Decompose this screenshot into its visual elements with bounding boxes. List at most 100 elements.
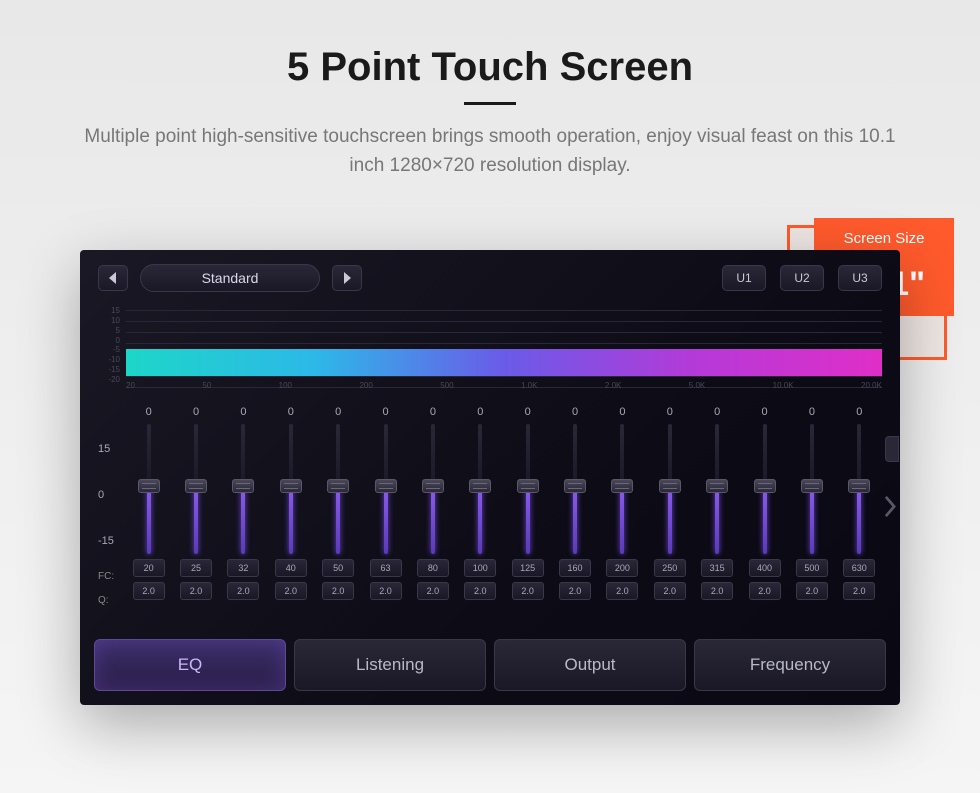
eq-slider[interactable]: [126, 424, 171, 554]
slider-knob[interactable]: [327, 479, 349, 493]
eq-slider[interactable]: [173, 424, 218, 554]
eq-slider[interactable]: [552, 424, 597, 554]
slider-knob[interactable]: [138, 479, 160, 493]
band-q[interactable]: 2.0: [133, 582, 165, 600]
eq-slider[interactable]: [647, 424, 692, 554]
slider-knob[interactable]: [280, 479, 302, 493]
eq-slider[interactable]: [695, 424, 740, 554]
band-q[interactable]: 2.0: [417, 582, 449, 600]
preset-name[interactable]: Standard: [140, 264, 320, 292]
eq-slider[interactable]: [505, 424, 550, 554]
tab-eq[interactable]: EQ: [94, 639, 286, 691]
band-q[interactable]: 2.0: [654, 582, 686, 600]
band-fc[interactable]: 315: [701, 559, 733, 577]
slider-knob[interactable]: [185, 479, 207, 493]
user-preset-2-button[interactable]: U2: [780, 265, 824, 291]
band-fc[interactable]: 400: [749, 559, 781, 577]
side-collapse-tab[interactable]: [885, 436, 899, 462]
band-fc[interactable]: 63: [370, 559, 402, 577]
x-tick: 500: [440, 381, 453, 390]
band-q[interactable]: 2.0: [275, 582, 307, 600]
band-value: 0: [288, 406, 294, 424]
band-q[interactable]: 2.0: [370, 582, 402, 600]
eq-slider[interactable]: [410, 424, 455, 554]
tab-output[interactable]: Output: [494, 639, 686, 691]
preset-prev-button[interactable]: [98, 265, 128, 291]
band-fc[interactable]: 25: [180, 559, 212, 577]
slider-knob[interactable]: [659, 479, 681, 493]
band-value: 0: [335, 406, 341, 424]
band-q[interactable]: 2.0: [180, 582, 212, 600]
band-value: 0: [193, 406, 199, 424]
band-q[interactable]: 2.0: [512, 582, 544, 600]
slider-knob[interactable]: [564, 479, 586, 493]
band-fc[interactable]: 100: [464, 559, 496, 577]
eq-slider[interactable]: [600, 424, 645, 554]
band-fc[interactable]: 160: [559, 559, 591, 577]
eq-band-3: 0 40 2.0: [268, 406, 313, 612]
band-fc[interactable]: 20: [133, 559, 165, 577]
band-q[interactable]: 2.0: [843, 582, 875, 600]
band-fc[interactable]: 200: [606, 559, 638, 577]
slider-knob[interactable]: [517, 479, 539, 493]
preset-next-button[interactable]: [332, 265, 362, 291]
eq-slider[interactable]: [316, 424, 361, 554]
band-fc[interactable]: 125: [512, 559, 544, 577]
slider-knob[interactable]: [469, 479, 491, 493]
slider-knob[interactable]: [706, 479, 728, 493]
slider-knob[interactable]: [232, 479, 254, 493]
eq-band-13: 04002.0: [742, 406, 787, 612]
y-tick: -15: [98, 365, 120, 374]
band-q[interactable]: 2.0: [606, 582, 638, 600]
band-q[interactable]: 2.0: [796, 582, 828, 600]
band-q[interactable]: 2.0: [464, 582, 496, 600]
eq-band-5: 0632.0: [363, 406, 408, 612]
eq-slider[interactable]: [837, 424, 882, 554]
band-fc[interactable]: 40: [275, 559, 307, 577]
eq-band-2: 0 32 2.0: [221, 406, 266, 612]
band-fc[interactable]: 630: [843, 559, 875, 577]
slider-knob[interactable]: [611, 479, 633, 493]
user-preset-3-button[interactable]: U3: [838, 265, 882, 291]
slider-knob[interactable]: [375, 479, 397, 493]
x-tick: 20: [126, 381, 135, 390]
band-fc[interactable]: 32: [227, 559, 259, 577]
band-q[interactable]: 2.0: [701, 582, 733, 600]
title-underline: [464, 102, 516, 105]
eq-slider[interactable]: [363, 424, 408, 554]
tab-frequency[interactable]: Frequency: [694, 639, 886, 691]
slider-knob[interactable]: [848, 479, 870, 493]
x-tick: 5.0K: [689, 381, 705, 390]
band-fc[interactable]: 80: [417, 559, 449, 577]
scroll-right-button[interactable]: [883, 496, 897, 523]
band-value: 0: [240, 406, 246, 424]
eq-band-12: 03152.0: [695, 406, 740, 612]
band-fc[interactable]: 250: [654, 559, 686, 577]
page-title: 5 Point Touch Screen: [0, 45, 980, 90]
slider-knob[interactable]: [754, 479, 776, 493]
fc-label: FC:: [98, 564, 126, 588]
band-value: 0: [525, 406, 531, 424]
band-value: 0: [572, 406, 578, 424]
band-q[interactable]: 2.0: [322, 582, 354, 600]
band-fc[interactable]: 50: [322, 559, 354, 577]
band-q[interactable]: 2.0: [749, 582, 781, 600]
y-tick: -20: [98, 375, 120, 384]
slider-knob[interactable]: [422, 479, 444, 493]
band-q[interactable]: 2.0: [559, 582, 591, 600]
eq-band-6: 0 80 2.0: [410, 406, 455, 612]
eq-slider[interactable]: [742, 424, 787, 554]
user-preset-1-button[interactable]: U1: [722, 265, 766, 291]
eq-slider[interactable]: [458, 424, 503, 554]
eq-slider[interactable]: [789, 424, 834, 554]
eq-band-7: 01002.0: [458, 406, 503, 612]
eq-slider[interactable]: [221, 424, 266, 554]
eq-band-15: 06302.0: [837, 406, 882, 612]
band-value: 0: [809, 406, 815, 424]
band-value: 0: [430, 406, 436, 424]
tab-listening[interactable]: Listening: [294, 639, 486, 691]
band-fc[interactable]: 500: [796, 559, 828, 577]
band-q[interactable]: 2.0: [227, 582, 259, 600]
eq-slider[interactable]: [268, 424, 313, 554]
slider-knob[interactable]: [801, 479, 823, 493]
